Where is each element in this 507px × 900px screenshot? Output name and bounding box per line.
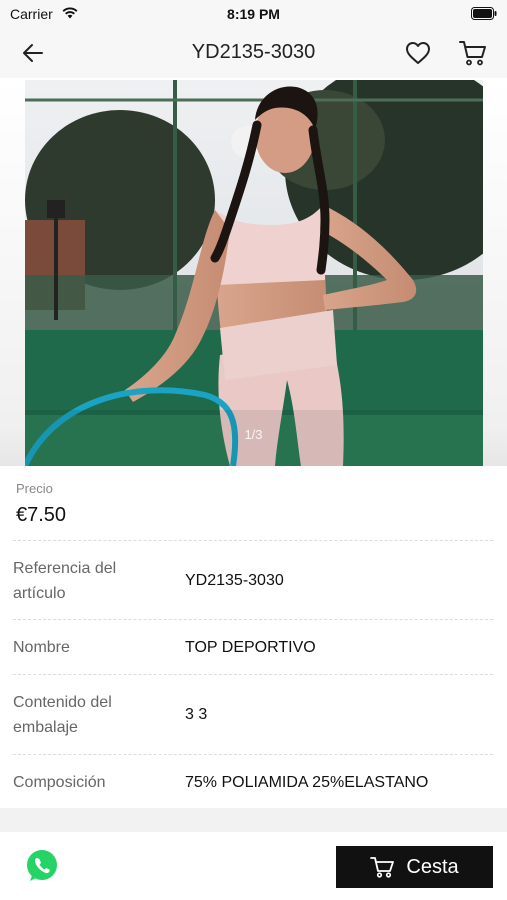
product-gallery[interactable]: 1/3 [0, 78, 507, 466]
bottom-action-bar: Cesta [0, 832, 507, 900]
back-arrow-icon[interactable] [18, 38, 48, 68]
product-photo[interactable] [25, 80, 483, 466]
section-divider [0, 808, 507, 832]
battery-icon [471, 7, 497, 20]
cart-icon[interactable] [458, 38, 488, 68]
detail-label-line: embalaje [13, 719, 78, 736]
price-label: Precio [16, 481, 53, 496]
detail-row-composition: Composición 75% POLIAMIDA 25%ELASTANO [13, 754, 493, 808]
price-value: €7.50 [16, 504, 67, 526]
status-bar: Carrier 8:19 PM [0, 0, 507, 28]
status-time: 8:19 PM [227, 6, 280, 22]
cart-icon [370, 857, 395, 878]
gallery-edge [483, 78, 507, 466]
detail-label-line: Nombre [13, 639, 70, 656]
detail-label-line: Composición [13, 774, 106, 791]
detail-row-name: Nombre TOP DEPORTIVO [13, 619, 493, 674]
detail-row-package: Contenido del embalaje 3 3 [13, 674, 493, 754]
page-title: YD2135-3030 [191, 41, 316, 63]
detail-value: 3 3 [185, 706, 208, 723]
detail-value: TOP DEPORTIVO [185, 639, 316, 656]
price-section: Precio €7.50 [0, 466, 507, 540]
gallery-page-indicator: 1/3 [244, 427, 263, 442]
detail-label-line: Referencia del [13, 560, 117, 577]
favorite-heart-icon[interactable] [403, 38, 433, 68]
detail-label-line: artículo [13, 585, 66, 602]
basket-button-label: Cesta [406, 855, 459, 878]
whatsapp-icon[interactable] [24, 848, 60, 884]
product-details: Referencia del artículo YD2135-3030 Nomb… [13, 540, 493, 808]
gallery-edge [0, 78, 25, 466]
nav-bar: YD2135-3030 [0, 28, 507, 78]
detail-label: Referencia del artículo [13, 556, 173, 606]
detail-label-line: Contenido del [13, 694, 112, 711]
detail-row-reference: Referencia del artículo YD2135-3030 [13, 540, 493, 619]
detail-label: Nombre [13, 635, 173, 660]
detail-label: Composición [13, 770, 173, 795]
detail-value: 75% POLIAMIDA 25%ELASTANO [185, 774, 429, 791]
detail-value: YD2135-3030 [185, 572, 284, 589]
add-to-basket-button[interactable]: Cesta [336, 846, 493, 888]
detail-label: Contenido del embalaje [13, 690, 173, 740]
